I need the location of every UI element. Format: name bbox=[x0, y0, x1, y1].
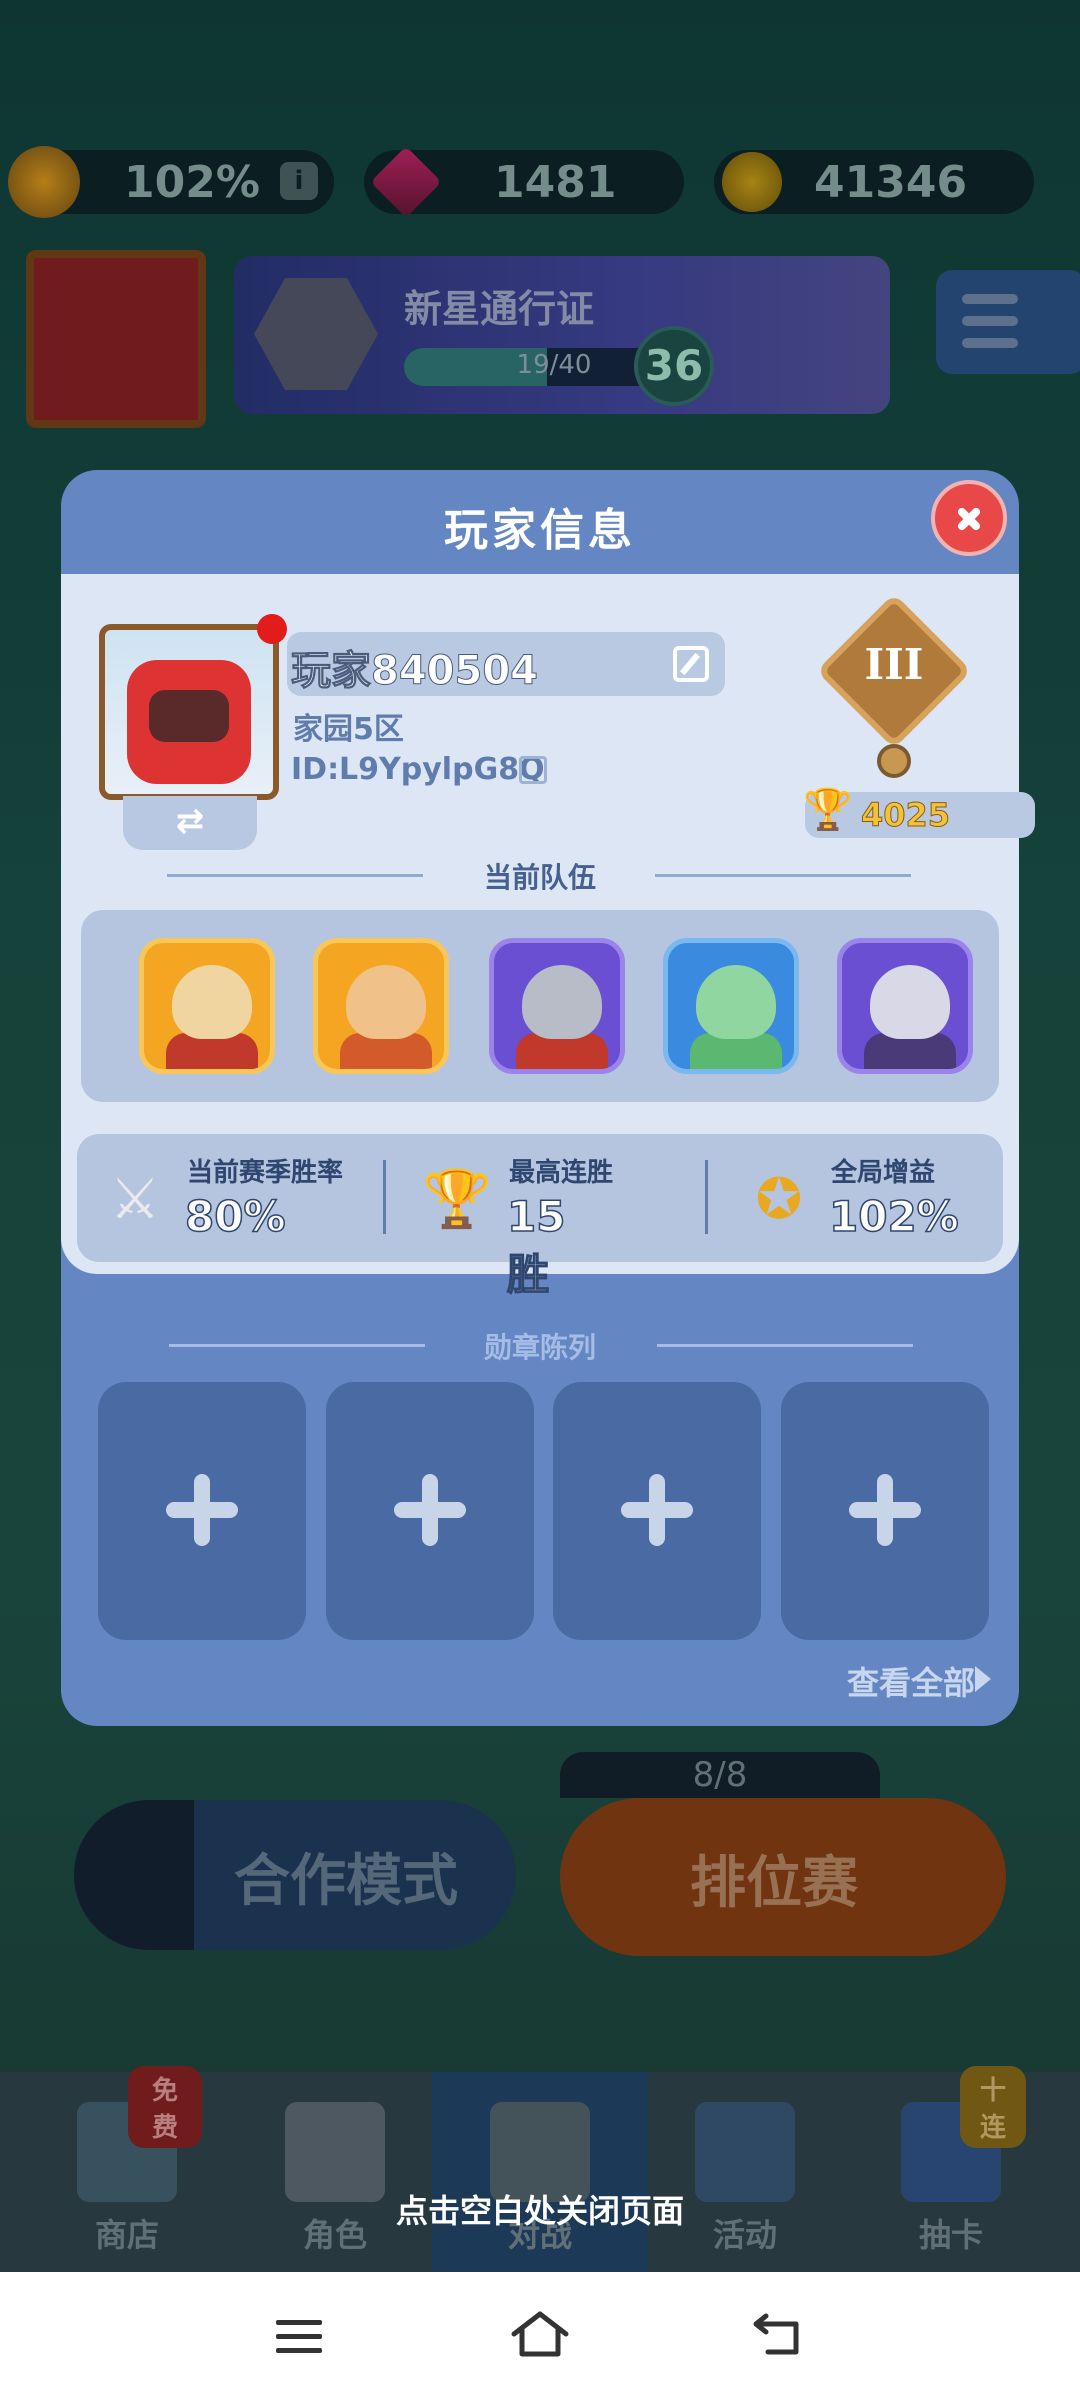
copy-id-icon[interactable] bbox=[519, 756, 547, 784]
team-hero-2[interactable] bbox=[313, 938, 449, 1074]
close-hint: 点击空白处关闭页面 bbox=[395, 2192, 684, 2230]
play-arrow-icon[interactable] bbox=[975, 1666, 991, 1692]
team-hero-3[interactable] bbox=[489, 938, 625, 1074]
rank-medal-icon bbox=[877, 744, 911, 778]
player-info-panel: ⇄ 玩家840504 家园5区 ID:L9YpylpG8Q III 🏆 4025… bbox=[61, 574, 1035, 1300]
divider bbox=[383, 1160, 386, 1234]
divider bbox=[705, 1160, 708, 1234]
player-id: ID:L9YpylpG8Q bbox=[291, 752, 545, 787]
stat-value: 102% bbox=[828, 1191, 959, 1242]
recent-apps-button[interactable] bbox=[276, 2320, 322, 2354]
avatar-character bbox=[127, 660, 251, 784]
modal-header: 玩家信息 bbox=[61, 470, 1019, 574]
edit-name-icon[interactable] bbox=[673, 646, 709, 682]
badge-slot-4[interactable] bbox=[781, 1382, 989, 1640]
modal-title: 玩家信息 bbox=[444, 505, 636, 556]
system-nav-bar bbox=[0, 2272, 1080, 2400]
badge-slot-2[interactable] bbox=[326, 1382, 534, 1640]
crossed-swords-icon: ⚔ bbox=[109, 1167, 161, 1232]
stat-value: 80% bbox=[184, 1191, 286, 1242]
trophy-icon: 🏆 bbox=[803, 787, 853, 833]
badge-slot-1[interactable] bbox=[98, 1382, 306, 1640]
team-hero-4[interactable] bbox=[663, 938, 799, 1074]
view-all-link[interactable]: 查看全部 bbox=[847, 1658, 975, 1704]
team-hero-1[interactable] bbox=[139, 938, 275, 1074]
menu-icon bbox=[276, 2320, 322, 2325]
stat-label: 全局增益 bbox=[831, 1158, 936, 1188]
close-button[interactable] bbox=[931, 480, 1007, 556]
trophy-count: 4025 bbox=[860, 796, 951, 835]
player-avatar[interactable] bbox=[99, 624, 279, 800]
stat-label: 最高连胜 bbox=[509, 1158, 614, 1188]
stats-box: ⚔ 当前赛季胜率 80% 🏆 最高连胜 15胜 ✪ 全局增益 102% bbox=[77, 1134, 1003, 1300]
notification-dot bbox=[257, 614, 287, 644]
trophy-icon: 🏆 bbox=[422, 1167, 492, 1232]
stat-label: 当前赛季胜率 bbox=[187, 1158, 344, 1188]
badge-slot-3[interactable] bbox=[553, 1382, 761, 1640]
divider-line bbox=[657, 1344, 913, 1347]
team-hero-5[interactable] bbox=[837, 938, 973, 1074]
player-name: 玩家840504 bbox=[291, 648, 539, 695]
server-name: 家园5区 bbox=[293, 712, 404, 747]
divider-line bbox=[655, 874, 911, 877]
back-icon[interactable] bbox=[752, 2312, 804, 2356]
boost-medal-icon: ✪ bbox=[755, 1167, 803, 1232]
stat-value: 15胜 bbox=[506, 1191, 566, 1300]
current-team bbox=[81, 910, 999, 1102]
rank-tier: III bbox=[864, 640, 924, 689]
home-icon[interactable] bbox=[510, 2308, 570, 2360]
player-info-modal: 玩家信息 ⇄ 玩家840504 家园5区 ID:L9YpylpG8Q III 🏆… bbox=[61, 470, 1035, 1726]
swap-avatar-button[interactable]: ⇄ bbox=[123, 796, 257, 850]
